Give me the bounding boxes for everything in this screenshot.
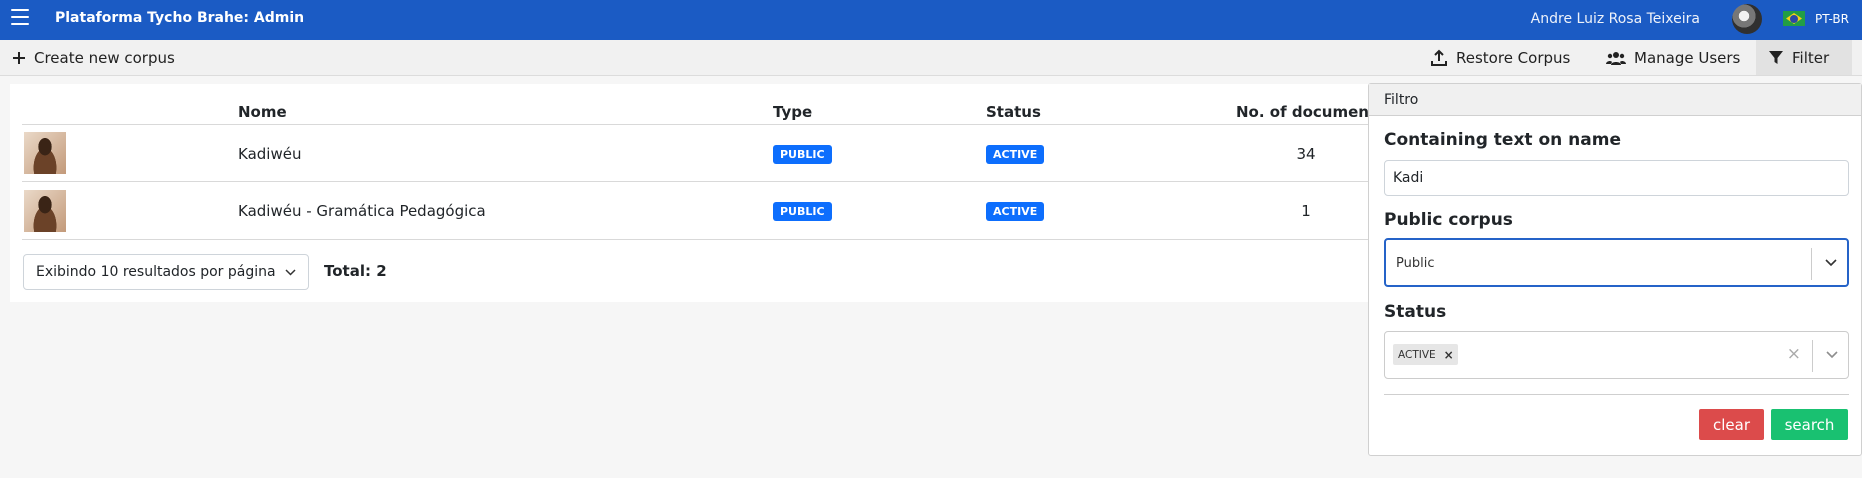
chevron-down-icon [285, 269, 296, 276]
status-badge: ACTIVE [986, 145, 1045, 164]
public-corpus-select[interactable]: Public [1384, 238, 1849, 287]
filter-panel-title: Filtro [1369, 84, 1861, 116]
status-badge: ACTIVE [986, 202, 1045, 221]
user-name[interactable]: Andre Luiz Rosa Teixeira [1531, 11, 1700, 27]
user-avatar[interactable] [1732, 4, 1762, 34]
funnel-icon [1769, 50, 1783, 64]
select-separator [1811, 248, 1812, 280]
create-corpus-label: Create new corpus [34, 48, 175, 67]
language-selector[interactable]: PT-BR [1815, 12, 1849, 26]
search-button[interactable]: search [1771, 409, 1848, 440]
type-badge: PUBLIC [773, 202, 832, 221]
restore-corpus-label: Restore Corpus [1456, 48, 1571, 67]
public-corpus-value: Public [1396, 256, 1435, 271]
status-chip-label: ACTIVE [1398, 348, 1436, 361]
name-filter-input[interactable] [1384, 160, 1849, 196]
brazil-flag-icon[interactable] [1783, 11, 1805, 26]
status-filter-label: Status [1384, 302, 1447, 322]
manage-users-button[interactable]: Manage Users [1606, 40, 1740, 75]
header-divider [22, 124, 1390, 125]
corpus-thumbnail [24, 190, 66, 232]
app-title: Plataforma Tycho Brahe: Admin [55, 10, 305, 26]
results-per-page-select[interactable]: Exibindo 10 resultados por página [23, 254, 309, 290]
column-header-name[interactable]: Nome [238, 103, 287, 121]
row-divider [22, 181, 1390, 182]
document-count: 1 [1301, 202, 1311, 220]
plus-icon [13, 51, 25, 64]
select-separator [1812, 340, 1813, 372]
panel-divider [1384, 394, 1849, 395]
remove-chip-icon[interactable]: × [1444, 348, 1454, 362]
filter-button[interactable]: Filter [1756, 40, 1852, 75]
type-badge: PUBLIC [773, 145, 832, 164]
users-icon [1606, 51, 1626, 65]
chevron-down-icon[interactable] [1825, 259, 1837, 267]
status-multi-select[interactable]: ACTIVE × × [1384, 331, 1849, 379]
name-filter-label: Containing text on name [1384, 130, 1621, 150]
column-header-type[interactable]: Type [773, 103, 812, 121]
action-toolbar: Create new corpus Restore Corpus Manage … [0, 40, 1862, 76]
row-divider [22, 239, 1390, 240]
column-header-status[interactable]: Status [986, 103, 1041, 121]
chevron-down-icon[interactable] [1826, 351, 1838, 359]
total-count: Total: 2 [324, 262, 387, 280]
manage-users-label: Manage Users [1634, 48, 1741, 67]
create-corpus-button[interactable]: Create new corpus [12, 40, 175, 75]
clear-button[interactable]: clear [1699, 409, 1764, 440]
upload-icon [1431, 49, 1447, 66]
column-header-documents[interactable]: No. of document [1236, 103, 1376, 121]
filter-label: Filter [1792, 48, 1830, 67]
status-chip: ACTIVE × [1393, 344, 1458, 365]
clear-selection-icon[interactable]: × [1787, 344, 1801, 364]
hamburger-menu-icon[interactable] [11, 9, 29, 25]
filter-panel: Filtro Containing text on name Public co… [1368, 83, 1862, 456]
top-navbar: Plataforma Tycho Brahe: Admin Andre Luiz… [0, 0, 1862, 40]
corpus-name[interactable]: Kadiwéu [238, 145, 301, 163]
public-filter-label: Public corpus [1384, 210, 1513, 230]
restore-corpus-button[interactable]: Restore Corpus [1430, 40, 1570, 75]
results-per-page-label: Exibindo 10 resultados por página [36, 264, 276, 280]
corpus-name[interactable]: Kadiwéu - Gramática Pedagógica [238, 202, 486, 220]
corpus-thumbnail [24, 132, 66, 174]
document-count: 34 [1296, 145, 1316, 163]
